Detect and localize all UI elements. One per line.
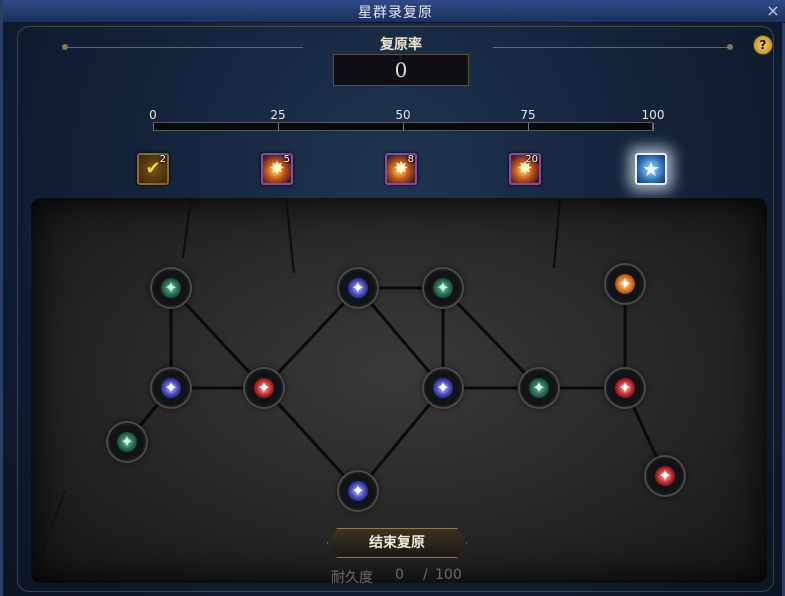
star-node-green[interactable]: ✦	[520, 369, 558, 407]
progress-tick-label: 100	[641, 108, 665, 122]
sparkle-icon: ✦	[618, 378, 632, 397]
reward-slot[interactable]: ✸ 8	[385, 153, 417, 185]
star-node-green[interactable]: ✦	[152, 269, 190, 307]
star-links	[125, 284, 667, 493]
star-node-blue[interactable]: ✦	[152, 369, 190, 407]
decor-dot-left	[62, 44, 68, 50]
reward-count: 20	[525, 154, 538, 165]
decor-dot-right	[727, 44, 733, 50]
sparkle-icon: ✦	[120, 432, 134, 451]
progress-tick	[653, 123, 654, 131]
progress-tick	[403, 123, 404, 131]
star-node-red[interactable]: ✦	[606, 369, 644, 407]
star-node-green[interactable]: ✦	[108, 423, 146, 461]
end-restore-button[interactable]: 结束复原	[327, 528, 467, 558]
star-link	[262, 286, 360, 390]
restore-rate-label: 复原率	[380, 37, 422, 53]
close-button[interactable]: ×	[764, 2, 782, 20]
star-node-green[interactable]: ✦	[424, 269, 462, 307]
reward-slot[interactable]: ✸ 20	[509, 153, 541, 185]
durability-display: 耐久度 0 / 100	[303, 567, 503, 589]
blue-star-icon: ★	[642, 157, 660, 181]
reward-count: 8	[407, 154, 414, 165]
decor-line-right	[493, 47, 733, 48]
sparkle-icon: ✦	[257, 378, 271, 397]
sparkle-icon: ✦	[164, 278, 178, 297]
sparkle-icon: ✦	[164, 378, 178, 397]
star-node-blue[interactable]: ✦	[339, 472, 377, 510]
sparkle-icon: ✦	[436, 378, 450, 397]
star-node-blue[interactable]: ✦	[339, 269, 377, 307]
progress-tick-label: 50	[395, 108, 411, 122]
progress-tick	[528, 123, 529, 131]
sparkle-icon: ✦	[351, 278, 365, 297]
star-node-red[interactable]: ✦	[245, 369, 283, 407]
durability-current: 0	[395, 567, 404, 583]
title-bar: 星群录复原 ×	[3, 0, 785, 23]
progress-tick-label: 0	[149, 108, 157, 122]
star-link	[169, 286, 266, 390]
progress-tick	[153, 123, 154, 131]
sparkle-icon: ✦	[532, 378, 546, 397]
star-link	[262, 386, 360, 493]
progress-tick	[278, 123, 279, 131]
star-node-red[interactable]: ✦	[646, 457, 684, 495]
durability-label: 耐久度	[331, 570, 373, 586]
restore-rate-panel: 复原率 0	[321, 28, 481, 88]
star-node-blue[interactable]: ✦	[424, 369, 462, 407]
reward-slot[interactable]: ★	[635, 153, 667, 185]
constellation-restore-window: 星群录复原 × ? 复原率 0 0 25 50 75 100 ✔ 2 ✸ 5 ✸ 8 ✸ 20 ★ ✦ ✦…	[0, 0, 785, 596]
decor-line-left	[63, 47, 303, 48]
sparkle-icon: ✦	[436, 278, 450, 297]
durability-separator: /	[423, 567, 428, 583]
star-node-orange[interactable]: ✦	[606, 265, 644, 303]
sparkle-icon: ✦	[351, 481, 365, 500]
durability-max: 100	[435, 567, 462, 583]
sparkle-icon: ✦	[658, 466, 672, 485]
sparkle-icon: ✦	[618, 274, 632, 293]
progress-tick-label: 75	[520, 108, 536, 122]
help-button[interactable]: ?	[753, 35, 773, 55]
reward-slot[interactable]: ✸ 5	[261, 153, 293, 185]
reward-count: 5	[283, 154, 290, 165]
reward-count: 2	[159, 154, 166, 165]
progress-tick-label: 25	[270, 108, 286, 122]
window-title: 星群录复原	[358, 5, 433, 21]
star-link	[356, 387, 445, 492]
constellation-board: ✦ ✦ ✦ ✦ ✦ ✦ ✦ ✦ ✦ ✦ ✦ ✦	[31, 198, 767, 583]
restore-rate-value: 0	[333, 54, 469, 86]
reward-slot[interactable]: ✔ 2	[137, 153, 169, 185]
star-link	[441, 286, 541, 390]
